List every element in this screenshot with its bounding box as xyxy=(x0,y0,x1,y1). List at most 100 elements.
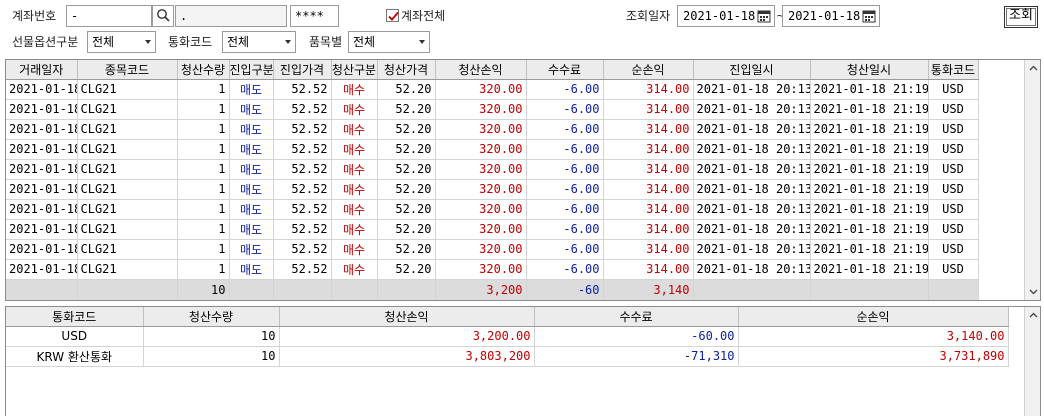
summary-cell-net-pnl: 3,731,890 xyxy=(738,346,1009,367)
table-row[interactable]: 2021-01-18 CLG21 1 매도 52.52 매수 52.20 320.00 -6.0… xyxy=(6,179,979,200)
currency-code-label: 통화코드 xyxy=(168,35,213,49)
summary-scrollbar[interactable] xyxy=(1024,307,1040,416)
cell-symbol-code: CLG21 xyxy=(77,79,178,100)
cell-entry-time: 2021-01-18 20:13:23 xyxy=(693,179,811,200)
table-row[interactable]: 2021-01-18 CLG21 1 매도 52.52 매수 52.20 320.00 -6.0… xyxy=(6,199,979,220)
cell-close-qty: 1 xyxy=(177,99,230,120)
table-row[interactable]: 2021-01-18 CLG21 1 매도 52.52 매수 52.20 320.00 -6.0… xyxy=(6,159,979,180)
header-symbol-code[interactable]: 종목코드 xyxy=(77,60,178,80)
header-currency-code[interactable]: 통화코드 xyxy=(928,60,979,80)
cell-symbol-code: CLG21 xyxy=(77,219,178,240)
scroll-up-icon[interactable] xyxy=(1025,60,1040,76)
trades-scrollbar[interactable] xyxy=(1024,60,1040,300)
cell-close-price: 52.20 xyxy=(377,159,436,180)
trades-table: 거래일자 종목코드 청산수량 진입구분 진입가격 청산구분 청산가격 청산손익 수수료 순손익 진입… xyxy=(6,60,979,300)
table-row[interactable]: 2021-01-18 CLG21 1 매도 52.52 매수 52.20 320.00 -6.0… xyxy=(6,219,979,240)
cell-commission: -6.00 xyxy=(526,199,604,220)
cell-commission: -6.00 xyxy=(526,219,604,240)
calendar-icon[interactable] xyxy=(756,8,772,24)
cell-close-price: 52.20 xyxy=(377,79,436,100)
cell-entry-time: 2021-01-18 20:13:24 xyxy=(693,139,811,160)
cell-close-pnl: 320.00 xyxy=(435,99,527,120)
chevron-down-icon xyxy=(419,40,425,44)
cell-close-time: 2021-01-18 21:19:30 xyxy=(810,159,929,180)
scroll-up-icon[interactable] xyxy=(1025,307,1040,323)
summary-grid[interactable]: 통화코드 청산수량 청산손익 수수료 순손익 USD 10 3,200.00 -60.00 3,… xyxy=(5,306,1041,416)
account-name-field: . xyxy=(175,5,287,27)
header-close-pnl[interactable]: 청산손익 xyxy=(435,60,527,80)
cell-trade-date: 2021-01-18 xyxy=(6,239,78,260)
header-close-side[interactable]: 청산구분 xyxy=(331,60,378,80)
table-row[interactable]: 2021-01-18 CLG21 1 매도 52.52 매수 52.20 320.00 -6.0… xyxy=(6,79,979,100)
cell-entry-price: 52.52 xyxy=(273,119,332,140)
header-entry-time[interactable]: 진입일시 xyxy=(693,60,811,80)
cell-close-pnl: 320.00 xyxy=(435,79,527,100)
table-row[interactable]: 2021-01-18 CLG21 1 매도 52.52 매수 52.20 320.00 -6.0… xyxy=(6,239,979,260)
cell-close-qty: 1 xyxy=(177,179,230,200)
summary-cell-close-qty: 10 xyxy=(143,346,280,367)
summary-cell-commission: -71,310 xyxy=(534,346,739,367)
cell-entry-side: 매도 xyxy=(229,139,274,160)
scroll-down-icon[interactable] xyxy=(1025,284,1040,300)
cell-currency-code: USD xyxy=(928,79,979,100)
cell-close-qty: 1 xyxy=(177,199,230,220)
header-entry-price[interactable]: 진입가격 xyxy=(273,60,332,80)
cell-entry-time: 2021-01-18 20:13:23 xyxy=(693,219,811,240)
table-row[interactable]: 2021-01-18 CLG21 1 매도 52.52 매수 52.20 320.00 -6.0… xyxy=(6,99,979,120)
trades-grid[interactable]: 거래일자 종목코드 청산수량 진입구분 진입가격 청산구분 청산가격 청산손익 수수료 순손익 진입… xyxy=(5,59,1041,301)
summary-row[interactable]: USD 10 3,200.00 -60.00 3,140.00 xyxy=(6,326,1009,347)
futures-option-value: 전체 xyxy=(92,35,115,49)
cell-net-pnl: 314.00 xyxy=(603,99,694,120)
header-trade-date[interactable]: 거래일자 xyxy=(6,60,78,80)
header-close-time[interactable]: 청산일시 xyxy=(810,60,929,80)
summary-header-net-pnl[interactable]: 순손익 xyxy=(738,307,1009,327)
cell-close-side: 매수 xyxy=(331,199,378,220)
summary-header-currency-code[interactable]: 통화코드 xyxy=(6,307,144,327)
cell-entry-price: 52.52 xyxy=(273,159,332,180)
table-row[interactable]: 2021-01-18 CLG21 1 매도 52.52 매수 52.20 320.00 -6.0… xyxy=(6,259,979,280)
cell-entry-price: 52.52 xyxy=(273,99,332,120)
calendar-icon[interactable] xyxy=(861,8,877,24)
summary-header-close-qty[interactable]: 청산수량 xyxy=(143,307,280,327)
header-entry-side[interactable]: 진입구분 xyxy=(229,60,274,80)
summary-header-commission[interactable]: 수수료 xyxy=(534,307,739,327)
item-select[interactable]: 전체 xyxy=(348,31,430,53)
currency-code-select[interactable]: 전체 xyxy=(222,31,296,53)
cell-close-side: 매수 xyxy=(331,119,378,140)
date-from-value: 2021-01-18 xyxy=(683,9,756,23)
header-net-pnl[interactable]: 순손익 xyxy=(603,60,694,80)
item-label: 품목별 xyxy=(309,35,343,49)
all-accounts-checkbox[interactable] xyxy=(386,9,399,22)
header-commission[interactable]: 수수료 xyxy=(526,60,604,80)
cell-commission: -6.00 xyxy=(526,259,604,280)
total-close-time xyxy=(810,279,929,300)
cell-close-side: 매수 xyxy=(331,79,378,100)
cell-symbol-code: CLG21 xyxy=(77,179,178,200)
cell-net-pnl: 314.00 xyxy=(603,219,694,240)
total-currency-code xyxy=(928,279,979,300)
cell-entry-side: 매도 xyxy=(229,119,274,140)
table-row[interactable]: 2021-01-18 CLG21 1 매도 52.52 매수 52.20 320.00 -6.0… xyxy=(6,139,979,160)
total-close-price xyxy=(377,279,436,300)
search-icon xyxy=(156,8,170,25)
header-close-qty[interactable]: 청산수량 xyxy=(177,60,230,80)
query-button[interactable]: 조회 xyxy=(1004,6,1038,28)
table-row[interactable]: 2021-01-18 CLG21 1 매도 52.52 매수 52.20 320.00 -6.0… xyxy=(6,119,979,140)
cell-commission: -6.00 xyxy=(526,179,604,200)
summary-header-close-pnl[interactable]: 청산손익 xyxy=(279,307,535,327)
date-from-input[interactable]: 2021-01-18 xyxy=(677,5,775,27)
cell-close-side: 매수 xyxy=(331,179,378,200)
account-search-button[interactable] xyxy=(152,5,174,27)
header-close-price[interactable]: 청산가격 xyxy=(377,60,436,80)
cell-currency-code: USD xyxy=(928,99,979,120)
cell-entry-price: 52.52 xyxy=(273,259,332,280)
account-number-input[interactable]: - xyxy=(66,5,152,27)
futures-option-select[interactable]: 전체 xyxy=(87,31,156,53)
cell-currency-code: USD xyxy=(928,139,979,160)
password-field[interactable]: **** xyxy=(290,5,339,27)
summary-row[interactable]: KRW 환산통화 10 3,803,200 -71,310 3,731,890 xyxy=(6,346,1009,367)
cell-entry-side: 매도 xyxy=(229,259,274,280)
date-to-input[interactable]: 2021-01-18 xyxy=(782,5,880,27)
total-trade-date xyxy=(6,279,78,300)
summary-cell-close-qty: 10 xyxy=(143,326,280,347)
